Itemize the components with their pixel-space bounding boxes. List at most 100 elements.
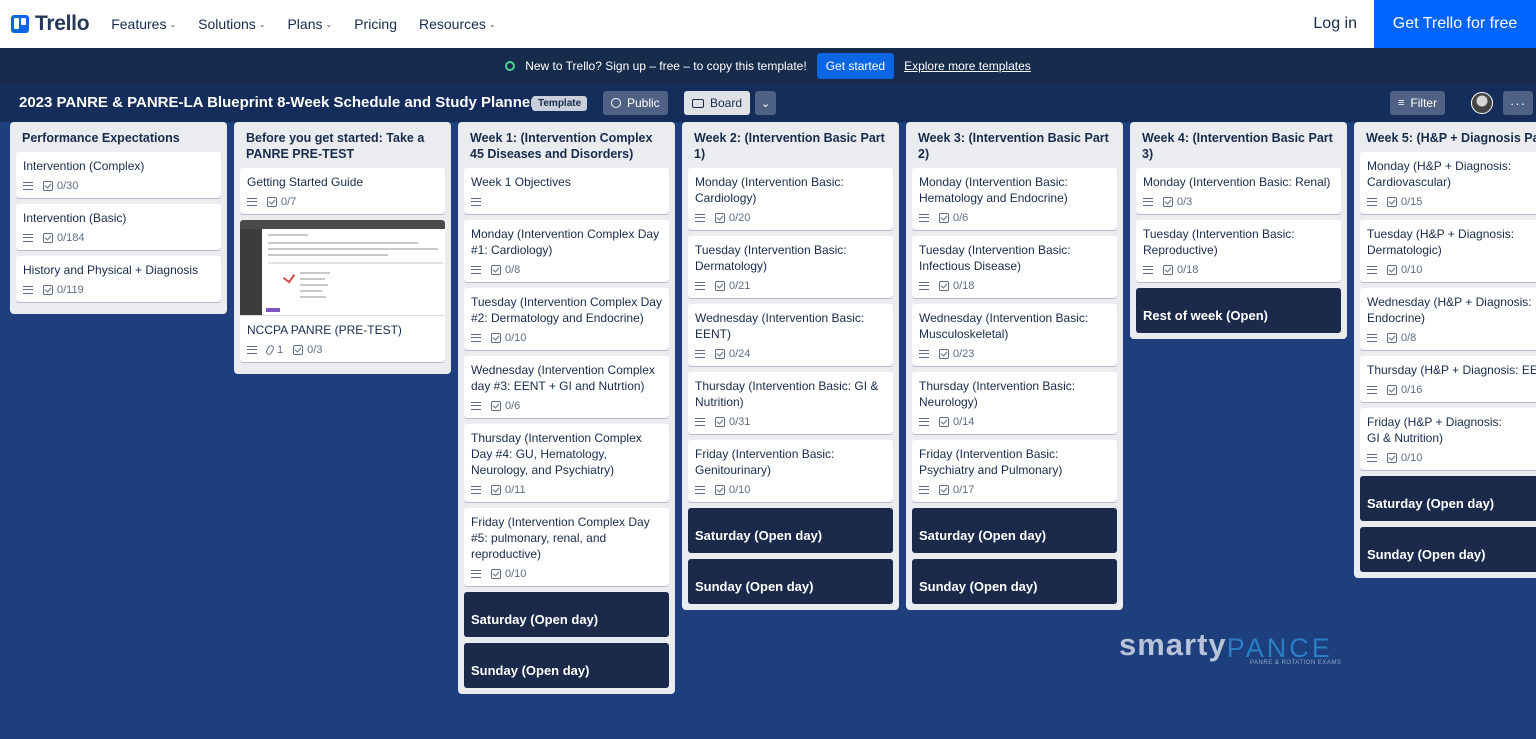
card[interactable]: Thursday (Intervention Complex Day #4: G…	[464, 424, 669, 502]
open-day-card[interactable]: Sunday (Open day)	[912, 559, 1117, 604]
checklist-icon	[1387, 385, 1397, 395]
list-title[interactable]: Week 1: (Intervention Complex 45 Disease…	[464, 122, 669, 168]
checklist-icon	[293, 345, 304, 355]
board-view-button[interactable]: Board	[684, 91, 751, 115]
get-trello-button[interactable]: Get Trello for free	[1374, 0, 1536, 48]
explore-templates-link[interactable]: Explore more templates	[904, 59, 1031, 73]
card[interactable]: Tuesday (Intervention Basic: Infectious …	[912, 236, 1117, 298]
card-badges: 0/18	[919, 279, 1110, 293]
card[interactable]: Friday (H&P + Diagnosis: GI & Nutrition)…	[1360, 408, 1536, 470]
card[interactable]: History and Physical + Diagnosis 0/119	[16, 256, 221, 302]
trello-logo[interactable]: Trello	[11, 12, 90, 36]
card[interactable]: Monday (H&P + Diagnosis: Cardiovascular)…	[1360, 152, 1536, 214]
card[interactable]: Monday (Intervention Complex Day #1: Car…	[464, 220, 669, 282]
filter-icon: ≡	[1398, 97, 1405, 109]
card[interactable]: Friday (Intervention Complex Day #5: pul…	[464, 508, 669, 586]
view-switcher-button[interactable]: ⌄	[755, 91, 777, 115]
checklist-badge: 0/18	[939, 280, 974, 292]
avatar[interactable]	[1471, 92, 1493, 114]
card[interactable]: NCCPA PANRE (PRE-TEST) 1 0/3	[240, 220, 445, 362]
card[interactable]: Monday (Intervention Basic: Cardiology) …	[688, 168, 893, 230]
checklist-count: 0/14	[953, 416, 975, 428]
card[interactable]: Thursday (H&P + Diagnosis: EENT) 0/16	[1360, 356, 1536, 402]
list-title[interactable]: Performance Expectations	[16, 122, 221, 152]
list-title[interactable]: Week 4: (Intervention Basic Part 3)	[1136, 122, 1341, 168]
description-icon	[1367, 334, 1377, 342]
card[interactable]: Tuesday (H&P + Diagnosis: Dermatologic) …	[1360, 220, 1536, 282]
card[interactable]: Wednesday (H&P + Diagnosis: Endocrine) 0…	[1360, 288, 1536, 350]
checklist-badge: 0/18	[1163, 264, 1198, 276]
checklist-count: 0/16	[1401, 384, 1423, 396]
filter-button[interactable]: ≡ Filter	[1390, 91, 1446, 115]
list-title[interactable]: Week 5: (H&P + Diagnosis Part 1)	[1360, 122, 1536, 152]
open-day-card[interactable]: Sunday (Open day)	[1360, 527, 1536, 572]
card[interactable]: Monday (Intervention Basic: Renal) 0/3	[1136, 168, 1341, 214]
nav-plans[interactable]: Plans ⌄	[287, 16, 332, 32]
checklist-icon	[491, 485, 501, 495]
card-title: Friday (Intervention Basic: Psychiatry a…	[919, 447, 1063, 477]
checklist-count: 0/30	[57, 180, 79, 192]
description-icon	[919, 282, 929, 290]
nav-solutions[interactable]: Solutions ⌄	[198, 16, 265, 32]
open-day-card[interactable]: Saturday (Open day)	[688, 508, 893, 553]
open-day-card[interactable]: Sunday (Open day)	[688, 559, 893, 604]
checklist-count: 0/31	[729, 416, 751, 428]
card-badges: 0/3	[1143, 195, 1334, 209]
rest-of-week-card[interactable]: Rest of week (Open)	[1136, 288, 1341, 333]
card[interactable]: Wednesday (Intervention Complex day #3: …	[464, 356, 669, 418]
checklist-icon	[939, 485, 949, 495]
checklist-badge: 0/7	[267, 196, 296, 208]
list-week-4: Week 4: (Intervention Basic Part 3) Mond…	[1130, 122, 1347, 339]
card[interactable]: Wednesday (Intervention Basic: EENT) 0/2…	[688, 304, 893, 366]
nav-features[interactable]: Features ⌄	[111, 16, 176, 32]
card[interactable]: Tuesday (Intervention Complex Day #2: De…	[464, 288, 669, 350]
checklist-icon	[1163, 197, 1173, 207]
open-day-card[interactable]: Sunday (Open day)	[464, 643, 669, 688]
card-title: Week 1 Objectives	[471, 175, 571, 189]
login-link[interactable]: Log in	[1313, 0, 1357, 48]
card-title: Intervention (Basic)	[23, 211, 127, 225]
checklist-icon	[267, 197, 277, 207]
open-day-card[interactable]: Saturday (Open day)	[912, 508, 1117, 553]
card[interactable]: Intervention (Complex) 0/30	[16, 152, 221, 198]
nav-pricing[interactable]: Pricing	[354, 16, 397, 32]
nav-resources[interactable]: Resources ⌄	[419, 16, 496, 32]
board-title[interactable]: 2023 PANRE & PANRE-LA Blueprint 8-Week S…	[19, 94, 536, 111]
checklist-count: 0/3	[307, 344, 323, 356]
card[interactable]: Tuesday (Intervention Basic: Reproductiv…	[1136, 220, 1341, 282]
card-badges: 0/10	[1367, 451, 1536, 465]
open-day-card[interactable]: Saturday (Open day)	[1360, 476, 1536, 521]
card-title: Monday (Intervention Basic: Cardiology)	[695, 175, 844, 205]
checklist-badge: 0/8	[491, 264, 520, 276]
card[interactable]: Monday (Intervention Basic: Hematology a…	[912, 168, 1117, 230]
more-menu-button[interactable]: ···	[1503, 91, 1533, 115]
list-title[interactable]: Week 2: (Intervention Basic Part 1)	[688, 122, 893, 168]
card-badges: 0/10	[471, 567, 662, 581]
card[interactable]: Intervention (Basic) 0/184	[16, 204, 221, 250]
list-title[interactable]: Before you get started: Take a PANRE PRE…	[240, 122, 445, 168]
card[interactable]: Thursday (Intervention Basic: Neurology)…	[912, 372, 1117, 434]
nav-solutions-label: Solutions	[198, 16, 256, 32]
card-badges: 0/14	[919, 415, 1110, 429]
checklist-badge: 0/6	[939, 212, 968, 224]
card-badges: 0/7	[247, 195, 438, 209]
card-badges: 0/6	[919, 211, 1110, 225]
open-day-card[interactable]: Saturday (Open day)	[464, 592, 669, 637]
get-started-button[interactable]: Get started	[816, 53, 895, 79]
card[interactable]: Week 1 Objectives	[464, 168, 669, 214]
description-icon	[1367, 266, 1377, 274]
card-title: Getting Started Guide	[247, 175, 364, 189]
card[interactable]: Getting Started Guide 0/7	[240, 168, 445, 214]
visibility-button[interactable]: Public	[603, 91, 668, 115]
card-title: Friday (Intervention Basic: Genitourinar…	[695, 447, 835, 477]
description-icon	[23, 286, 33, 294]
card[interactable]: Tuesday (Intervention Basic: Dermatology…	[688, 236, 893, 298]
card[interactable]: Friday (Intervention Basic: Genitourinar…	[688, 440, 893, 502]
checklist-badge: 0/17	[939, 484, 974, 496]
card[interactable]: Wednesday (Intervention Basic: Musculosk…	[912, 304, 1117, 366]
card[interactable]: Friday (Intervention Basic: Psychiatry a…	[912, 440, 1117, 502]
description-icon	[919, 214, 929, 222]
card[interactable]: Thursday (Intervention Basic: GI & Nutri…	[688, 372, 893, 434]
list-title[interactable]: Week 3: (Intervention Basic Part 2)	[912, 122, 1117, 168]
description-icon	[1143, 198, 1153, 206]
